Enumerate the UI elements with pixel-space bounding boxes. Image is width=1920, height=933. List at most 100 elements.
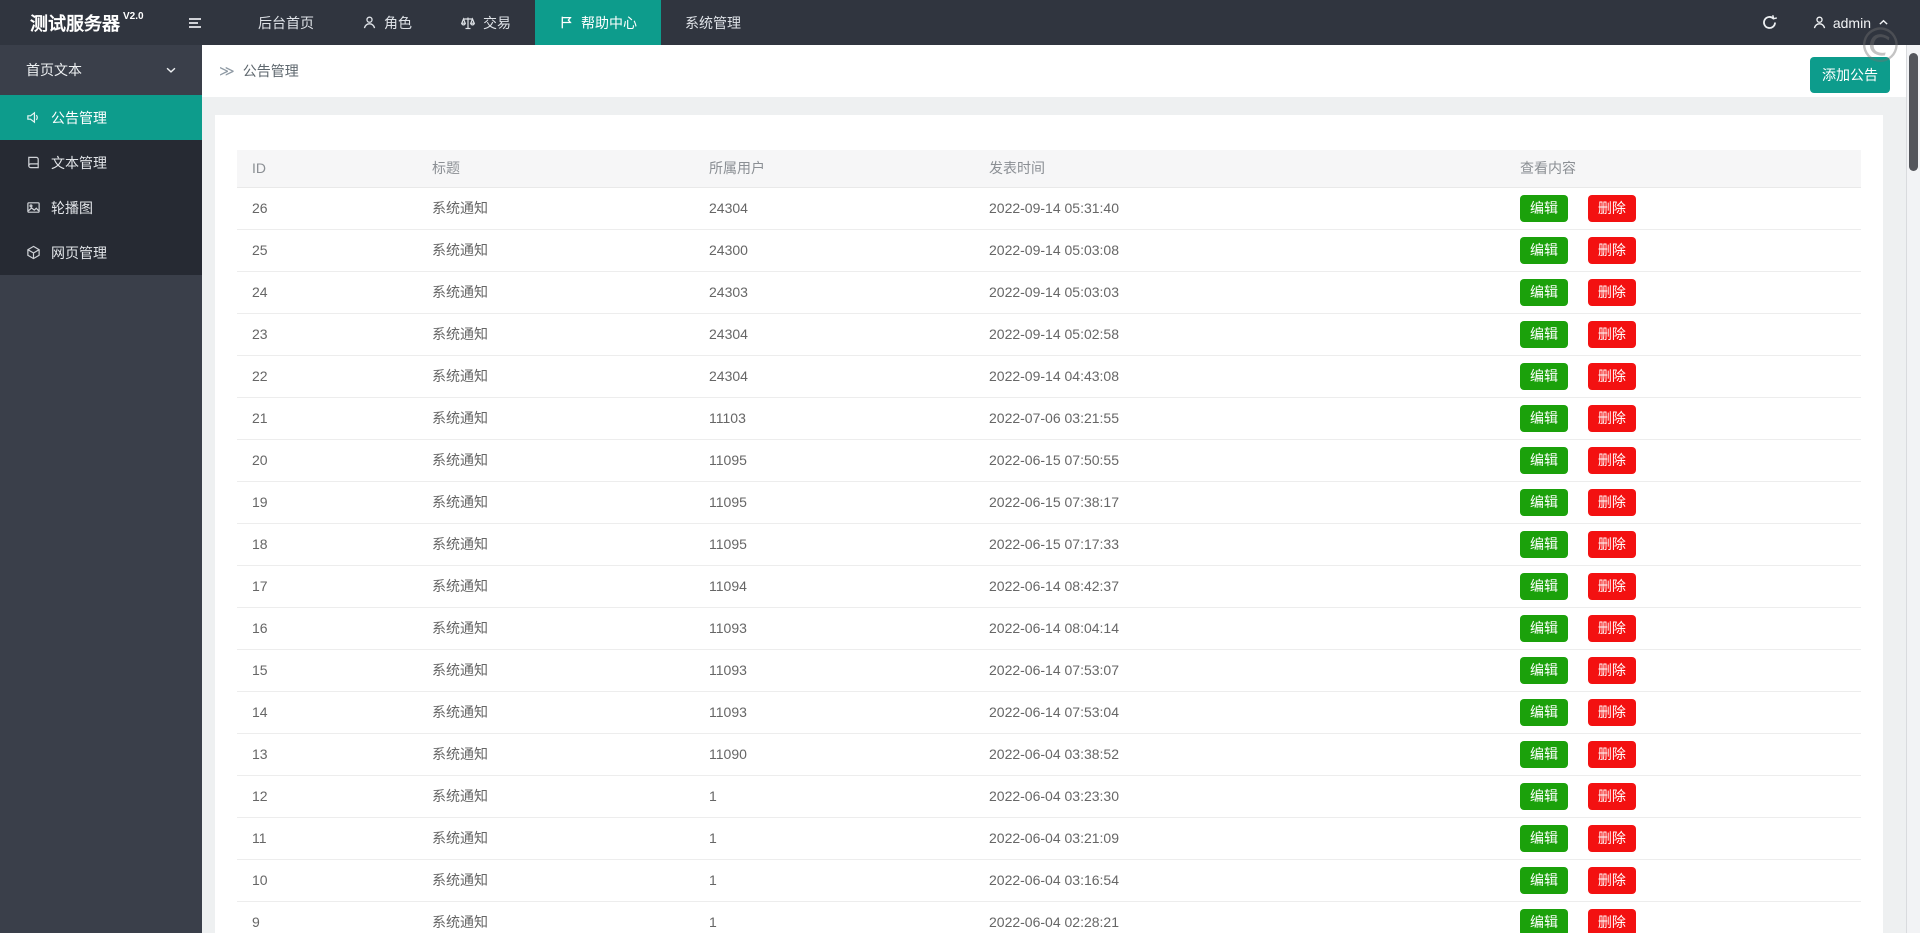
delete-button[interactable]: 删除 [1587,866,1636,894]
table-row: 15 系统通知 11093 2022-06-14 07:53:07 编辑 删除 [237,649,1861,692]
edit-button[interactable]: 编辑 [1520,656,1568,684]
cell-user: 11090 [694,733,974,776]
cell-id: 15 [237,649,417,692]
cell-user: 11093 [694,649,974,692]
edit-button[interactable]: 编辑 [1520,362,1568,390]
delete-button[interactable]: 删除 [1587,572,1636,600]
sidebar-submenu: 公告管理 文本管理 轮播图 网页管理 [0,95,202,275]
delete-button[interactable]: 删除 [1587,362,1636,390]
edit-button[interactable]: 编辑 [1520,698,1568,726]
cell-user: 11103 [694,397,974,440]
cube-icon [26,245,41,260]
cell-title: 系统通知 [417,901,694,933]
cell-id: 17 [237,565,417,608]
column-header-user: 所属用户 [694,150,974,188]
delete-button[interactable]: 删除 [1587,446,1636,474]
delete-button[interactable]: 删除 [1587,698,1636,726]
nav-item-roles[interactable]: 角色 [338,0,436,45]
cell-id: 18 [237,523,417,566]
table-row: 26 系统通知 24304 2022-09-14 05:31:40 编辑 删除 [237,187,1861,230]
sidebar-item-text-management[interactable]: 文本管理 [0,140,202,185]
cell-user: 11095 [694,523,974,566]
delete-button[interactable]: 删除 [1587,236,1636,264]
edit-button[interactable]: 编辑 [1520,404,1568,432]
delete-button[interactable]: 删除 [1587,614,1636,642]
edit-button[interactable]: 编辑 [1520,236,1568,264]
delete-button[interactable]: 删除 [1587,194,1636,222]
cell-time: 2022-06-15 07:17:33 [974,523,1505,566]
delete-button[interactable]: 删除 [1587,320,1636,348]
cell-id: 26 [237,187,417,230]
edit-button[interactable]: 编辑 [1520,824,1568,852]
delete-button[interactable]: 删除 [1587,488,1636,516]
cell-title: 系统通知 [417,859,694,902]
sidebar-item-webpage-management[interactable]: 网页管理 [0,230,202,275]
edit-button[interactable]: 编辑 [1520,866,1568,894]
cell-time: 2022-06-04 03:21:09 [974,817,1505,860]
delete-button[interactable]: 删除 [1587,530,1636,558]
nav-item-trade[interactable]: 交易 [436,0,535,45]
add-announcement-button[interactable]: 添加公告 [1810,57,1890,93]
cell-title: 系统通知 [417,271,694,314]
delete-button[interactable]: 删除 [1587,908,1636,933]
delete-button[interactable]: 删除 [1587,656,1636,684]
book-icon [26,155,41,170]
cell-user: 1 [694,775,974,818]
chevron-down-icon [164,63,178,77]
cell-user: 11093 [694,691,974,734]
refresh-button[interactable] [1761,14,1778,31]
cell-time: 2022-06-14 08:04:14 [974,607,1505,650]
cell-time: 2022-06-04 02:28:21 [974,901,1505,933]
cell-title: 系统通知 [417,607,694,650]
table-row: 22 系统通知 24304 2022-09-14 04:43:08 编辑 删除 [237,355,1861,398]
edit-button[interactable]: 编辑 [1520,614,1568,642]
edit-button[interactable]: 编辑 [1520,320,1568,348]
user-menu[interactable]: admin [1812,15,1890,31]
edit-button[interactable]: 编辑 [1520,782,1568,810]
cell-id: 19 [237,481,417,524]
cell-id: 13 [237,733,417,776]
cell-id: 24 [237,271,417,314]
nav-item-dashboard[interactable]: 后台首页 [234,0,338,45]
cell-actions: 编辑 删除 [1505,313,1861,356]
cell-actions: 编辑 删除 [1505,901,1861,933]
cell-time: 2022-06-04 03:38:52 [974,733,1505,776]
edit-button[interactable]: 编辑 [1520,488,1568,516]
edit-button[interactable]: 编辑 [1520,572,1568,600]
nav-item-system[interactable]: 系统管理 [661,0,765,45]
delete-button[interactable]: 删除 [1587,740,1636,768]
edit-button[interactable]: 编辑 [1520,446,1568,474]
table-row: 12 系统通知 1 2022-06-04 03:23:30 编辑 删除 [237,775,1861,818]
edit-button[interactable]: 编辑 [1520,740,1568,768]
edit-button[interactable]: 编辑 [1520,530,1568,558]
hamburger-icon [187,15,203,31]
cell-id: 22 [237,355,417,398]
scrollbar-thumb[interactable] [1909,53,1918,171]
sidebar-item-carousel[interactable]: 轮播图 [0,185,202,230]
edit-button[interactable]: 编辑 [1520,278,1568,306]
cell-title: 系统通知 [417,691,694,734]
content-card: ID 标题 所属用户 发表时间 查看内容 26 系统通知 24304 2022-… [215,115,1883,933]
table-row: 14 系统通知 11093 2022-06-14 07:53:04 编辑 删除 [237,691,1861,734]
cell-user: 11094 [694,565,974,608]
edit-button[interactable]: 编辑 [1520,194,1568,222]
page-scrollbar[interactable] [1906,45,1920,933]
sidebar-item-announcements[interactable]: 公告管理 [0,95,202,140]
delete-button[interactable]: 删除 [1587,782,1636,810]
announcement-table: ID 标题 所属用户 发表时间 查看内容 26 系统通知 24304 2022-… [237,150,1861,933]
cell-actions: 编辑 删除 [1505,607,1861,650]
table-row: 9 系统通知 1 2022-06-04 02:28:21 编辑 删除 [237,901,1861,933]
sidebar-group-home-text[interactable]: 首页文本 [0,45,202,95]
main-nav: 后台首页 角色 交易 帮助中心 系统管理 [234,0,765,45]
delete-button[interactable]: 删除 [1587,824,1636,852]
delete-button[interactable]: 删除 [1587,278,1636,306]
cell-title: 系统通知 [417,187,694,230]
cell-user: 24300 [694,229,974,272]
table-row: 19 系统通知 11095 2022-06-15 07:38:17 编辑 删除 [237,481,1861,524]
nav-item-help-center[interactable]: 帮助中心 [535,0,661,45]
flag-icon [559,15,574,30]
edit-button[interactable]: 编辑 [1520,908,1568,933]
cell-title: 系统通知 [417,565,694,608]
delete-button[interactable]: 删除 [1587,404,1636,432]
menu-toggle-button[interactable] [168,0,222,45]
